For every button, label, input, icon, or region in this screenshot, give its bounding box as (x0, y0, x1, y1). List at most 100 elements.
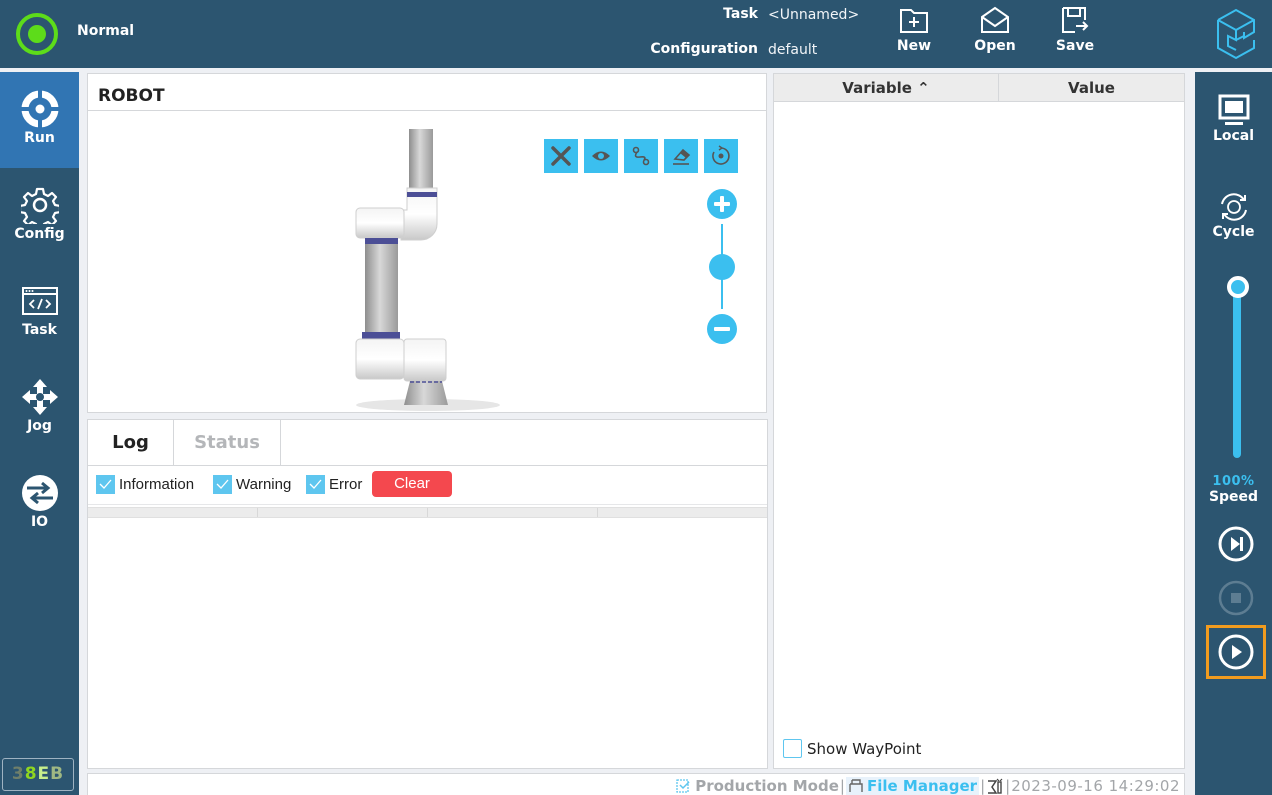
checkbox-checked-icon (213, 474, 232, 494)
variables-panel: Variable ⌃ Value Show WayPoint (773, 73, 1185, 769)
variable-column-header[interactable]: Variable ⌃ (774, 74, 999, 101)
checkbox-checked-icon (306, 474, 325, 494)
tab-status[interactable]: Status (174, 420, 281, 465)
save-icon (1062, 7, 1089, 33)
filter-error-label: Error (329, 475, 363, 493)
build-char: E (37, 764, 51, 784)
teach-pendant-icon[interactable] (986, 777, 1004, 795)
robot-panel: ROBOT (87, 73, 767, 413)
separator: | (839, 777, 845, 795)
speed-slider-handle[interactable] (1227, 276, 1249, 298)
build-char: B (50, 764, 65, 784)
left-navigation: Run Config Task Jog IO 38EB (0, 72, 79, 795)
zoom-slider-handle[interactable] (709, 253, 735, 280)
log-table-header (88, 507, 767, 518)
build-badge: 38EB (2, 758, 74, 791)
production-mode-label: Production Mode (695, 777, 839, 795)
separator: | (1005, 777, 1011, 795)
speed-value: 100% (1212, 474, 1255, 489)
tools-icon (551, 146, 571, 166)
divider (88, 465, 767, 466)
cycle-label: Cycle (1212, 224, 1255, 240)
nav-item-run-label: Run (24, 130, 55, 146)
nav-item-io[interactable]: IO (0, 456, 79, 552)
tools-button[interactable] (544, 139, 578, 173)
filter-warning-checkbox[interactable]: Warning (213, 473, 291, 495)
nav-item-config[interactable]: Config (0, 168, 79, 264)
nav-item-jog-label: Jog (27, 418, 52, 434)
cycle-button[interactable]: Cycle (1195, 190, 1272, 240)
stop-icon (1218, 580, 1254, 616)
filter-warning-label: Warning (236, 475, 292, 493)
task-value: <Unnamed> (768, 7, 860, 23)
brand-logo-icon (1217, 8, 1255, 60)
nav-item-task[interactable]: Task (0, 264, 79, 360)
open-button[interactable]: Open (963, 6, 1027, 62)
monitor-icon (1218, 94, 1249, 125)
right-control-bar: Local Cycle 100% Speed (1195, 72, 1272, 795)
nav-item-io-label: IO (30, 514, 49, 530)
filter-information-checkbox[interactable]: Information (96, 473, 194, 495)
visibility-button[interactable] (584, 139, 618, 173)
build-char: 3 (11, 764, 25, 784)
show-waypoint-checkbox[interactable]: Show WayPoint (783, 739, 921, 758)
file-manager-label: File Manager (866, 777, 978, 795)
robot-status-label: Normal (77, 23, 135, 39)
nav-item-run[interactable]: Run (0, 72, 79, 168)
zoom-in-button[interactable] (707, 189, 737, 219)
code-window-icon (21, 287, 58, 315)
tab-log[interactable]: Log (88, 420, 174, 465)
separator: | (980, 777, 986, 795)
open-button-label: Open (974, 38, 1016, 54)
filter-information-label: Information (119, 475, 195, 493)
task-label: Task (723, 6, 758, 22)
move-arrows-icon (21, 379, 58, 415)
eraser-icon (673, 148, 691, 165)
configuration-value: default (768, 42, 818, 58)
log-column-header[interactable] (258, 508, 428, 517)
production-mode-icon (676, 779, 690, 793)
status-bar: Production Mode | File Manager | | 2023-… (87, 773, 1185, 795)
local-label: Local (1212, 128, 1255, 144)
log-panel: Log Status Information Warning Error Cle… (87, 419, 768, 769)
usb-drive-icon (849, 779, 863, 792)
log-column-header[interactable] (598, 508, 767, 517)
top-bar: Normal Task <Unnamed> Configuration defa… (0, 0, 1272, 68)
file-manager-button[interactable]: File Manager (845, 777, 980, 795)
save-button[interactable]: Save (1043, 6, 1107, 62)
step-button[interactable] (1206, 517, 1266, 571)
nav-item-jog[interactable]: Jog (0, 360, 79, 456)
log-column-header[interactable] (88, 508, 258, 517)
cycle-icon (1220, 193, 1247, 221)
datetime-label: 2023-09-16 14:29:02 (1011, 777, 1180, 795)
variables-table-header: Variable ⌃ Value (774, 74, 1184, 102)
log-column-header[interactable] (428, 508, 598, 517)
gear-icon (20, 187, 59, 224)
open-envelope-icon (981, 6, 1009, 33)
save-button-label: Save (1055, 38, 1095, 54)
reset-view-icon (712, 145, 730, 165)
divider (88, 504, 767, 505)
clear-log-button[interactable]: Clear (372, 471, 452, 497)
production-mode-indicator[interactable]: Production Mode (674, 777, 839, 795)
trajectory-button[interactable] (624, 139, 658, 173)
new-button[interactable]: New (882, 6, 946, 62)
speed-slider-track[interactable] (1233, 288, 1241, 458)
value-column-header[interactable]: Value (999, 74, 1184, 101)
reset-view-button[interactable] (704, 139, 738, 173)
configuration-label: Configuration (650, 41, 758, 57)
robot-3d-view[interactable] (328, 126, 518, 414)
status-indicator-icon (16, 13, 58, 55)
step-icon (1218, 526, 1254, 562)
path-icon (632, 146, 650, 166)
play-button[interactable] (1206, 625, 1266, 679)
new-button-label: New (896, 38, 932, 54)
show-waypoint-label: Show WayPoint (807, 739, 922, 758)
filter-error-checkbox[interactable]: Error (306, 473, 362, 495)
local-button[interactable]: Local (1195, 94, 1272, 144)
zoom-out-button[interactable] (707, 314, 737, 344)
stop-button[interactable] (1206, 571, 1266, 625)
nav-item-task-label: Task (22, 322, 57, 338)
eraser-button[interactable] (664, 139, 698, 173)
speed-label: Speed (1208, 489, 1259, 505)
